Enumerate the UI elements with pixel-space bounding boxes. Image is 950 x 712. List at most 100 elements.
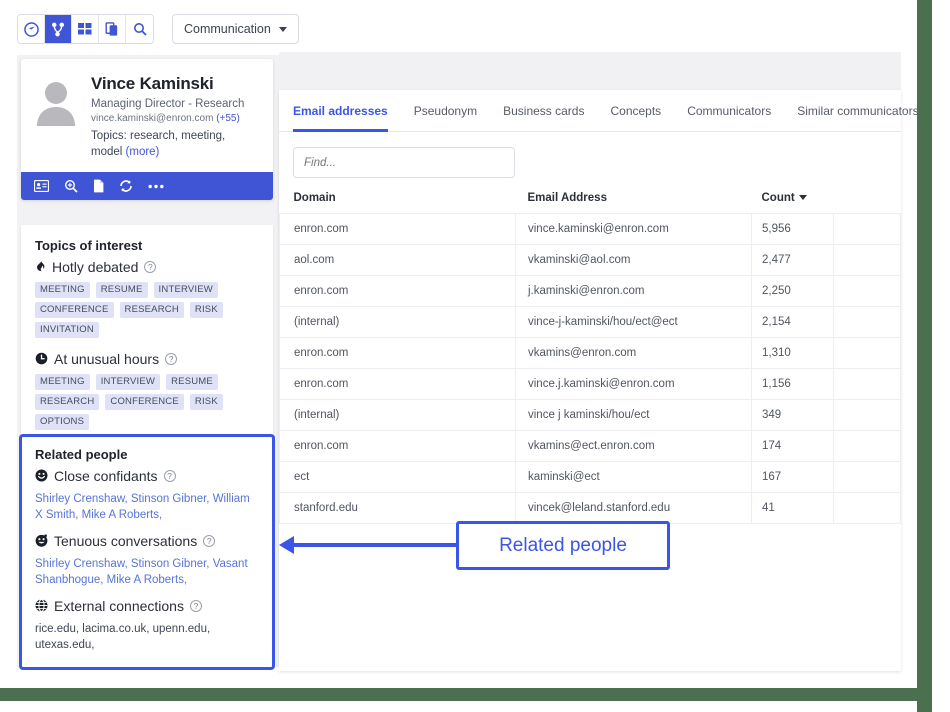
cell-actions: [833, 492, 901, 524]
column-header-email-address[interactable]: Email Address: [516, 192, 752, 214]
main-tabs: Email addresses Pseudonym Business cards…: [279, 90, 919, 132]
sort-descending-icon: [798, 195, 807, 201]
tag[interactable]: RESEARCH: [119, 302, 184, 318]
tag[interactable]: INTERVIEW: [153, 282, 218, 298]
network-branch-icon-button[interactable]: [45, 15, 72, 43]
cell-count: 2,477: [751, 244, 834, 276]
grid-icon: [78, 22, 92, 36]
tab-communicators[interactable]: Communicators: [687, 90, 771, 132]
refresh-icon[interactable]: [119, 179, 133, 193]
cell-count: 2,154: [751, 306, 834, 338]
cell-count: 5,956: [751, 213, 834, 245]
table-header-row: Domain Email Address Count: [280, 192, 901, 214]
tag[interactable]: RESEARCH: [35, 394, 100, 410]
cell-domain: enron.com: [279, 368, 516, 400]
find-input[interactable]: [293, 147, 515, 178]
tenuous-conversations-people[interactable]: Shirley Crenshaw, Stinson Gibner, Vasant…: [35, 556, 259, 588]
help-icon[interactable]: ?: [203, 535, 216, 547]
section-unusual-hours-label: At unusual hours: [54, 351, 160, 367]
tag[interactable]: OPTIONS: [35, 414, 90, 430]
section-close-confidants-label: Close confidants: [54, 468, 158, 484]
cell-domain: enron.com: [279, 337, 516, 369]
cell-domain: enron.com: [279, 213, 516, 245]
table-row[interactable]: stanford.edu vincek@leland.stanford.edu …: [279, 492, 901, 524]
gauge-icon-button[interactable]: [18, 15, 45, 43]
tag[interactable]: INVITATION: [35, 322, 99, 338]
table-row[interactable]: enron.com j.kaminski@enron.com 2,250: [279, 275, 901, 307]
topics-of-interest-card: Topics of interest Hotly debated ? MEETI…: [21, 225, 273, 448]
globe-icon: [35, 598, 48, 614]
table-row[interactable]: (internal) vince-j-kaminski/hou/ect@ect …: [279, 306, 901, 338]
cell-domain: (internal): [279, 399, 516, 431]
table-row[interactable]: enron.com vkamins@enron.com 1,310: [279, 337, 901, 369]
cell-domain: stanford.edu: [279, 492, 516, 524]
help-icon[interactable]: ?: [165, 353, 178, 365]
cell-actions: [833, 275, 901, 307]
cell-count: 174: [751, 430, 834, 462]
tab-pseudonym[interactable]: Pseudonym: [414, 90, 477, 132]
table-head: Domain Email Address Count: [280, 192, 901, 214]
tab-business-cards[interactable]: Business cards: [503, 90, 584, 132]
cell-email: j.kaminski@enron.com: [515, 275, 752, 307]
column-header-actions: [834, 192, 901, 214]
column-header-domain[interactable]: Domain: [280, 192, 516, 214]
cell-count: 167: [751, 461, 834, 493]
gauge-icon: [23, 21, 39, 37]
tag[interactable]: CONFERENCE: [105, 394, 184, 410]
tab-similar-communicators[interactable]: Similar communicators: [797, 90, 918, 132]
table-row[interactable]: ect kaminski@ect 167: [279, 461, 901, 493]
search-icon: [133, 22, 147, 36]
profile-email-more-count[interactable]: (+55): [216, 113, 240, 124]
view-mode-icon-group: [17, 14, 154, 44]
tag[interactable]: MEETING: [35, 282, 90, 298]
table-row[interactable]: enron.com vince.j.kaminski@enron.com 1,1…: [279, 368, 901, 400]
cell-domain: enron.com: [279, 275, 516, 307]
annotation-callout: Related people: [456, 521, 670, 570]
tag[interactable]: INTERVIEW: [95, 374, 161, 390]
find-bar: [279, 132, 901, 178]
external-connections-domains: rice.edu, lacima.co.uk, upenn.edu, utexa…: [35, 623, 211, 651]
table-row[interactable]: aol.com vkaminski@aol.com 2,477: [279, 244, 901, 276]
contact-card-icon[interactable]: [34, 180, 49, 192]
grid-icon-button[interactable]: [72, 15, 99, 43]
related-people-card: Related people Close confidants ? Shirle…: [19, 434, 275, 670]
cell-actions: [833, 368, 901, 400]
help-icon[interactable]: ?: [163, 470, 176, 482]
documents-icon: [105, 21, 119, 37]
help-icon[interactable]: ?: [144, 261, 157, 273]
section-close-confidants: Close confidants ?: [35, 468, 259, 484]
cell-domain: enron.com: [279, 430, 516, 462]
table-row[interactable]: enron.com vince.kaminski@enron.com 5,956: [279, 213, 901, 245]
close-confidants-people[interactable]: Shirley Crenshaw, Stinson Gibner, Willia…: [35, 491, 259, 523]
column-header-count-label: Count: [761, 192, 795, 204]
table-row[interactable]: (internal) vince j kaminski/hou/ect 349: [279, 399, 901, 431]
communication-dropdown-label: Communication: [184, 22, 271, 36]
communication-dropdown[interactable]: Communication: [172, 14, 299, 44]
tag[interactable]: RESUME: [166, 374, 218, 390]
more-options-icon[interactable]: [148, 184, 164, 189]
help-icon[interactable]: ?: [189, 600, 202, 612]
profile-topics-more-link[interactable]: (more): [126, 146, 160, 158]
search-icon-button[interactable]: [126, 15, 153, 43]
tab-concepts[interactable]: Concepts: [610, 90, 661, 132]
unusual-hours-tag-list: MEETING INTERVIEW RESUME RESEARCH CONFER…: [35, 374, 259, 430]
documents-icon-button[interactable]: [99, 15, 126, 43]
zoom-search-icon[interactable]: [64, 179, 78, 193]
cell-domain: ect: [279, 461, 516, 493]
cell-count: 1,310: [751, 337, 834, 369]
cell-actions: [833, 337, 901, 369]
tag[interactable]: RISK: [189, 394, 223, 410]
tag[interactable]: RISK: [189, 302, 223, 318]
annotation-arrow-line: [292, 543, 458, 547]
tab-email-addresses[interactable]: Email addresses: [293, 90, 388, 132]
table-row[interactable]: enron.com vkamins@ect.enron.com 174: [279, 430, 901, 462]
column-header-count[interactable]: Count: [752, 192, 834, 214]
profile-body: Vince Kaminski Managing Director - Resea…: [21, 59, 273, 172]
document-icon[interactable]: [93, 179, 104, 193]
tag[interactable]: RESUME: [95, 282, 148, 298]
tag[interactable]: CONFERENCE: [35, 302, 114, 318]
cell-email: kaminski@ect: [515, 461, 752, 493]
hotly-debated-tag-list: MEETING RESUME INTERVIEW CONFERENCE RESE…: [35, 282, 259, 338]
tag[interactable]: MEETING: [35, 374, 90, 390]
section-tenuous-conversations: Tenuous conversations ?: [35, 533, 259, 549]
